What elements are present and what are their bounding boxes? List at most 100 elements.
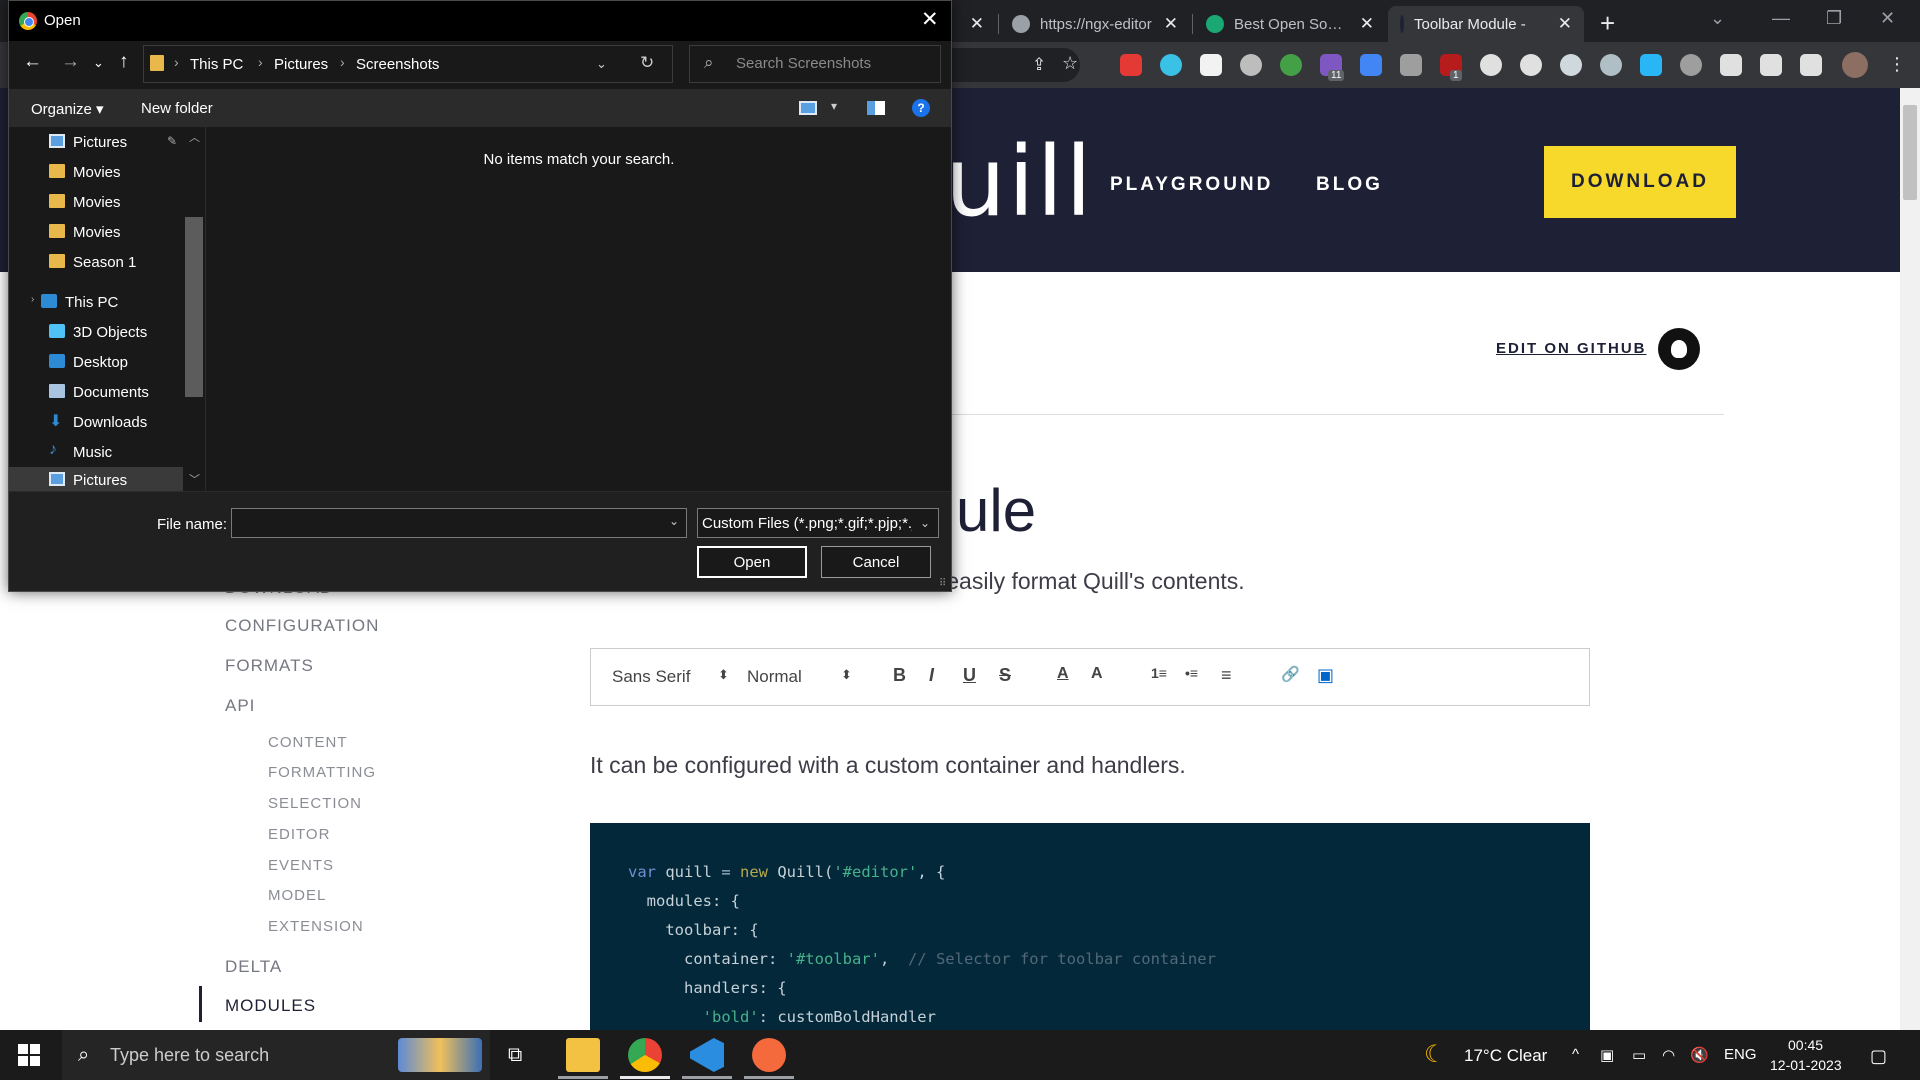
add-circle-extension-icon[interactable] <box>1480 54 1502 76</box>
page-scrollbar[interactable] <box>1900 88 1920 1030</box>
file-explorer-icon[interactable] <box>566 1038 600 1072</box>
new-folder-button[interactable]: New folder <box>141 100 213 117</box>
browser-tab-active[interactable]: Toolbar Module - ✕ <box>1388 6 1584 42</box>
toggle-extension-icon[interactable] <box>1560 54 1582 76</box>
organize-menu[interactable]: Organize ▾ <box>31 100 104 118</box>
dialog-close-icon[interactable]: ✕ <box>921 7 939 32</box>
file-list-area[interactable]: No items match your search. <box>207 127 951 491</box>
file-type-select[interactable]: Custom Files (*.png;*.gif;*.pjp;*.j ⌄ <box>697 508 939 538</box>
nav-item-documents[interactable]: Documents <box>9 379 184 407</box>
notifications-icon[interactable]: ▢ <box>1870 1046 1887 1067</box>
nav-item-this-pc[interactable]: › This PC <box>9 289 184 317</box>
size-select[interactable]: Normal ⬍ <box>747 667 852 687</box>
shield-extension-icon[interactable] <box>1400 54 1422 76</box>
task-view-icon[interactable]: ⧉ <box>508 1044 522 1067</box>
page-scrollbar-thumb[interactable] <box>1903 105 1917 200</box>
background-color-icon[interactable]: A <box>1091 665 1103 683</box>
nav-link-playground[interactable]: PLAYGROUND <box>1110 174 1273 196</box>
nav-item-movies[interactable]: Movies <box>9 219 184 247</box>
text-color-icon[interactable]: A <box>1057 665 1069 683</box>
bullet-list-icon[interactable]: •≡ <box>1185 665 1198 681</box>
search-input[interactable] <box>736 55 934 72</box>
edit-on-github-link[interactable]: EDIT ON GITHUB <box>1496 340 1647 357</box>
target-extension-icon[interactable] <box>1680 54 1702 76</box>
sidebar-link-model[interactable]: MODEL <box>268 887 326 904</box>
sidebar-link-formats[interactable]: FORMATS <box>225 656 314 676</box>
nav-item-movies[interactable]: Movies <box>9 189 184 217</box>
sidebar-link-extension[interactable]: EXTENSION <box>268 918 364 935</box>
nav-item-music[interactable]: ♪ Music <box>9 439 184 467</box>
cancel-button[interactable]: Cancel <box>821 546 931 578</box>
file-name-input[interactable] <box>231 508 687 538</box>
nav-item-pictures-quick[interactable]: Pictures ✎ <box>9 129 184 157</box>
minimize-icon[interactable]: — <box>1772 8 1790 29</box>
link-icon[interactable]: 🔗 <box>1281 665 1300 683</box>
italic-icon[interactable]: I <box>929 665 934 686</box>
windows-start-icon[interactable] <box>18 1044 40 1066</box>
strike-icon[interactable]: S <box>999 665 1011 686</box>
gear-extension-icon[interactable] <box>1240 54 1262 76</box>
up-arrow-icon[interactable]: ↑ <box>119 51 129 73</box>
nav-link-blog[interactable]: BLOG <box>1316 174 1383 196</box>
bold-icon[interactable]: B <box>893 665 906 686</box>
sidebar-link-delta[interactable]: DELTA <box>225 957 282 977</box>
tab-close-icon[interactable]: ✕ <box>1348 14 1374 34</box>
forward-arrow-icon[interactable]: → <box>61 51 80 73</box>
resize-grip-icon[interactable]: ⠿ <box>939 578 946 589</box>
breadcrumb-this-pc[interactable]: This PC <box>190 56 243 73</box>
nav-item-movies[interactable]: Movies <box>9 159 184 187</box>
clock-time[interactable]: 00:45 <box>1788 1037 1823 1053</box>
clock-date[interactable]: 12-01-2023 <box>1770 1057 1842 1073</box>
address-bar[interactable]: ⇪ ☆ <box>950 48 1080 82</box>
todoist-extension-icon[interactable] <box>1120 54 1142 76</box>
chevron-down-icon[interactable]: ⌄ <box>669 514 679 528</box>
dialog-search-box[interactable]: ⌕ <box>689 45 941 83</box>
scroll-up-icon[interactable]: ︿ <box>189 129 200 145</box>
nav-item-pictures[interactable]: Pictures <box>9 467 184 491</box>
help-icon[interactable]: ? <box>912 99 930 117</box>
sidebar-link-selection[interactable]: SELECTION <box>268 795 362 812</box>
browser-tab[interactable]: Best Open Source ✕ <box>1194 6 1386 42</box>
tab-close-icon[interactable]: ✕ <box>1152 14 1178 34</box>
arrow-extension-icon[interactable] <box>1640 54 1662 76</box>
chevron-down-icon[interactable]: ▾ <box>831 99 837 113</box>
chrome-menu-icon[interactable]: ⋮ <box>1888 54 1910 76</box>
pin-icon[interactable]: ✎ <box>167 134 177 148</box>
profile-avatar[interactable] <box>1842 52 1868 78</box>
volume-muted-icon[interactable]: 🔇 <box>1690 1046 1709 1064</box>
sidebar-link-modules[interactable]: MODULES <box>225 996 316 1016</box>
sidebar-link-api[interactable]: API <box>225 696 255 716</box>
vscode-icon[interactable] <box>690 1038 724 1072</box>
puzzle-extensions-icon[interactable] <box>1760 54 1782 76</box>
taskbar-search-box[interactable]: ⌕ Type here to search <box>62 1030 490 1080</box>
react-extension-icon[interactable] <box>1600 54 1622 76</box>
chrome-taskbar-icon[interactable] <box>628 1038 662 1072</box>
nav-pane-scroll-thumb[interactable] <box>185 217 203 397</box>
font-select[interactable]: Sans Serif ⬍ <box>612 667 729 687</box>
quill-logo[interactable]: uill <box>945 126 1094 238</box>
breadcrumb-pictures[interactable]: Pictures <box>274 56 328 73</box>
scroll-down-icon[interactable]: ﹀ <box>189 471 200 487</box>
nav-item-3d-objects[interactable]: 3D Objects <box>9 319 184 347</box>
image-icon[interactable]: ▣ <box>1317 665 1334 686</box>
download-button[interactable]: DOWNLOAD <box>1544 146 1736 218</box>
translate-extension-icon[interactable] <box>1360 54 1382 76</box>
clapper-extension-icon[interactable] <box>1720 54 1742 76</box>
align-icon[interactable]: ≡ <box>1221 665 1232 686</box>
dialog-titlebar[interactable]: Open ✕ <box>9 1 951 41</box>
sidebar-link-formatting[interactable]: FORMATTING <box>268 764 376 781</box>
language-indicator[interactable]: ENG <box>1724 1046 1757 1063</box>
underline-icon[interactable]: U <box>963 665 976 686</box>
tab-close-icon[interactable]: ✕ <box>958 14 984 34</box>
breadcrumb-screenshots[interactable]: Screenshots <box>356 56 439 73</box>
bookmark-star-icon[interactable]: ☆ <box>1062 53 1078 74</box>
search-highlight-image[interactable] <box>398 1038 482 1072</box>
sidebar-link-configuration[interactable]: CONFIGURATION <box>225 616 379 636</box>
moon-weather-icon[interactable]: ☾ <box>1424 1040 1446 1069</box>
recent-locations-chevron-icon[interactable]: ⌄ <box>93 55 104 71</box>
chevron-down-icon[interactable]: ⌄ <box>596 56 607 72</box>
nav-item-desktop[interactable]: Desktop <box>9 349 184 377</box>
postman-icon[interactable] <box>752 1038 786 1072</box>
side-panel-icon[interactable] <box>1800 54 1822 76</box>
battery-icon[interactable]: ▭ <box>1632 1046 1646 1064</box>
